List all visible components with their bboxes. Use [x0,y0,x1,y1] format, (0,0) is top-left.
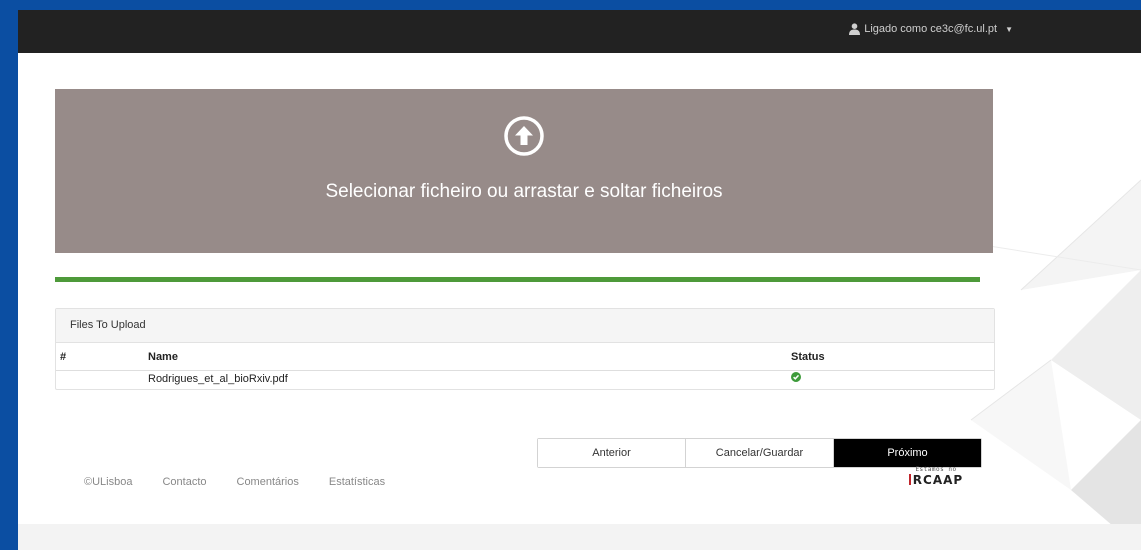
cancel-save-button[interactable]: Cancelar/Guardar [686,439,834,467]
table-row: Rodrigues_et_al_bioRxiv.pdf [56,371,994,387]
files-table: # Name Status Rodrigues_et_al_bioRxiv.pd… [56,343,994,386]
wizard-actions: Anterior Cancelar/Guardar Próximo [537,438,982,468]
upload-arrow-circle-icon [504,116,544,156]
footer-stats-link[interactable]: Estatísticas [329,476,385,488]
column-header-number: # [56,343,148,371]
check-circle-icon [791,372,801,382]
window-frame [0,0,1141,10]
rcaap-name: RCAAP [912,473,964,487]
rcaap-bar-icon [908,474,911,485]
file-dropzone[interactable]: Selecionar ficheiro ou arrastar e soltar… [55,89,993,253]
rcaap-tagline: Estamos no [915,466,957,473]
user-menu[interactable]: Ligado como ce3c@fc.ul.pt ▼ [849,23,1013,35]
file-name: Rodrigues_et_al_bioRxiv.pdf [148,372,288,385]
user-icon [849,23,861,35]
rcaap-logo[interactable]: Estamos no RCAAP [906,466,966,492]
dropzone-label: Selecionar ficheiro ou arrastar e soltar… [325,181,723,202]
row-number [56,371,148,387]
panel-heading: Files To Upload [56,309,994,343]
page-bottom-strip [18,524,1141,550]
upload-progress-bar [55,277,980,282]
app-page: Ligado como ce3c@fc.ul.pt ▼ Selecionar f… [18,10,1141,550]
files-to-upload-panel: Files To Upload # Name Status Rodrigues_… [55,308,995,390]
next-button[interactable]: Próximo [834,439,981,467]
previous-button[interactable]: Anterior [538,439,686,467]
footer-comments-link[interactable]: Comentários [237,476,299,488]
column-header-status: Status [791,343,994,371]
footer-contact-link[interactable]: Contacto [162,476,206,488]
file-status [791,371,994,387]
footer-links: ©ULisboa Contacto Comentários Estatístic… [84,476,385,488]
column-header-name: Name [148,343,791,371]
top-navbar: Ligado como ce3c@fc.ul.pt ▼ [18,10,1141,53]
caret-down-icon: ▼ [1005,24,1013,34]
footer-copyright-link[interactable]: ©ULisboa [84,476,132,488]
user-menu-label: Ligado como ce3c@fc.ul.pt [864,23,998,35]
table-header-row: # Name Status [56,343,994,371]
